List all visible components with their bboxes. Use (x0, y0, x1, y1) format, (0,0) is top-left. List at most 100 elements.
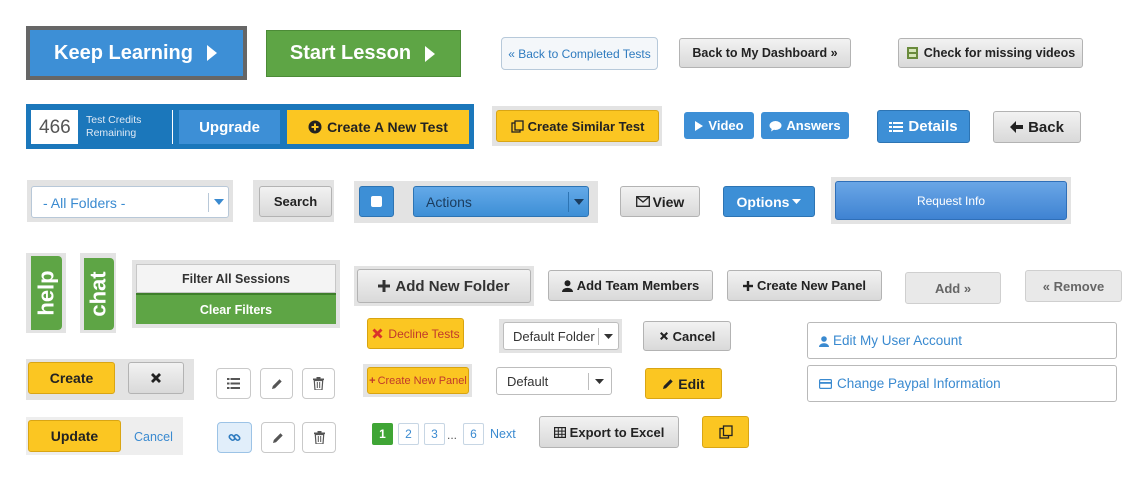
select-divider (588, 373, 589, 390)
select-divider (598, 328, 599, 345)
play-icon (695, 120, 704, 131)
change-paypal-label: Change Paypal Information (837, 376, 1001, 391)
help-tab[interactable]: help (31, 256, 62, 330)
remove-button[interactable]: « Remove (1025, 270, 1122, 302)
answers-button[interactable]: Answers (761, 112, 849, 139)
plus-icon: + (369, 374, 376, 387)
chat-tab-label: chat (86, 271, 111, 317)
back-dashboard-label: Back to My Dashboard » (692, 46, 838, 60)
credits-label-line1: Test Credits (86, 114, 142, 126)
page-6[interactable]: 6 (463, 423, 484, 445)
add-new-folder-button[interactable]: Add New Folder (357, 269, 531, 303)
view-label: View (652, 193, 685, 210)
delete-icon-button-2[interactable] (302, 422, 336, 453)
update-label: Update (50, 428, 99, 444)
back-to-completed-tests-link[interactable]: « Back to Completed Tests (501, 37, 658, 70)
default-folder-value: Default Folder (513, 329, 595, 344)
add-team-label: Add Team Members (576, 278, 700, 293)
select-divider (568, 192, 569, 212)
cancel-button[interactable]: Cancel (643, 321, 731, 351)
select-all-checkbox-button[interactable] (359, 186, 394, 217)
options-dropdown-button[interactable]: Options (723, 186, 815, 217)
search-label: Search (273, 194, 318, 209)
keep-learning-button[interactable]: Keep Learning (30, 30, 243, 76)
decline-tests-button[interactable]: Decline Tests (367, 318, 464, 349)
user-icon (561, 279, 573, 292)
search-button[interactable]: Search (259, 186, 332, 217)
list-icon (227, 378, 240, 389)
comment-icon (769, 120, 782, 131)
film-icon (906, 47, 918, 59)
arrow-left-icon (1010, 121, 1024, 133)
change-paypal-link[interactable]: Change Paypal Information (807, 365, 1117, 402)
caret-down-icon (595, 379, 604, 384)
create-new-test-button[interactable]: Create A New Test (287, 110, 469, 144)
edit-icon-button-2[interactable] (261, 422, 295, 453)
default-select[interactable]: Default (496, 367, 612, 395)
check-missing-videos-button[interactable]: Check for missing videos (898, 38, 1083, 68)
caret-down-icon (792, 198, 802, 204)
envelope-icon (635, 196, 650, 207)
add-button[interactable]: Add » (905, 272, 1001, 304)
video-label: Video (708, 118, 744, 133)
close-icon (372, 328, 383, 339)
request-info-label: Request Info (916, 193, 986, 208)
cancel-link[interactable]: Cancel (134, 430, 173, 444)
export-excel-button[interactable]: Export to Excel (539, 416, 679, 448)
back-completed-label: « Back to Completed Tests (508, 46, 651, 61)
filter-all-sessions-button[interactable]: Filter All Sessions (136, 264, 336, 293)
default-select-value: Default (507, 374, 549, 389)
list-view-button[interactable] (216, 368, 251, 399)
start-lesson-button[interactable]: Start Lesson (266, 30, 461, 77)
create-button[interactable]: Create (28, 362, 115, 394)
copy-icon (510, 119, 524, 133)
edit-icon-button[interactable] (260, 368, 293, 399)
page-2[interactable]: 2 (398, 423, 419, 445)
link-icon-button[interactable] (217, 422, 252, 453)
clear-filters-button[interactable]: Clear Filters (136, 293, 336, 324)
default-folder-select[interactable]: Default Folder (503, 322, 619, 350)
details-button[interactable]: Details (877, 110, 970, 143)
play-icon (206, 45, 217, 61)
video-button[interactable]: Video (684, 112, 754, 139)
create-new-panel-button[interactable]: Create New Panel (727, 270, 882, 301)
add-label: Add » (934, 280, 972, 296)
add-team-members-button[interactable]: Add Team Members (548, 270, 713, 301)
keep-learning-label: Keep Learning (54, 41, 193, 64)
export-excel-label: Export to Excel (569, 424, 665, 440)
folders-select-value: - All Folders - (43, 195, 126, 211)
credits-count: 466 (39, 117, 71, 138)
next-page-link[interactable]: Next (490, 427, 516, 441)
back-to-dashboard-button[interactable]: Back to My Dashboard » (679, 38, 851, 68)
remove-label: « Remove (1042, 278, 1105, 294)
actions-dropdown[interactable]: Actions (413, 186, 589, 217)
upgrade-button[interactable]: Upgrade (179, 110, 280, 144)
copy-icon-button[interactable] (702, 416, 749, 448)
back-label: Back (1028, 118, 1064, 136)
delete-icon-button[interactable] (302, 368, 335, 399)
pencil-icon (271, 378, 282, 389)
filter-all-label: Filter All Sessions (182, 271, 290, 286)
checkbox-icon (371, 196, 382, 207)
create-label: Create (49, 370, 94, 386)
edit-account-link[interactable]: Edit My User Account (807, 322, 1117, 359)
pagination-ellipsis: ... (447, 428, 458, 442)
list-icon (889, 121, 904, 132)
update-button[interactable]: Update (28, 420, 121, 452)
back-button[interactable]: Back (993, 111, 1081, 143)
create-new-panel-small-button[interactable]: + Create New Panel (367, 367, 469, 394)
page-3[interactable]: 3 (424, 423, 445, 445)
create-similar-test-button[interactable]: Create Similar Test (496, 110, 659, 142)
answers-label: Answers (786, 118, 841, 133)
view-button[interactable]: View (620, 186, 700, 217)
folders-select[interactable]: - All Folders - (31, 186, 229, 218)
create-panel-small-label: Create New Panel (377, 374, 467, 387)
caret-down-icon (604, 334, 613, 339)
edit-button[interactable]: Edit (645, 368, 722, 399)
decline-tests-label: Decline Tests (388, 326, 460, 341)
chat-tab[interactable]: chat (84, 258, 114, 330)
options-label: Options (736, 193, 790, 210)
close-button[interactable] (128, 362, 184, 394)
request-info-button[interactable]: Request Info (835, 181, 1067, 220)
page-1[interactable]: 1 (372, 423, 393, 445)
